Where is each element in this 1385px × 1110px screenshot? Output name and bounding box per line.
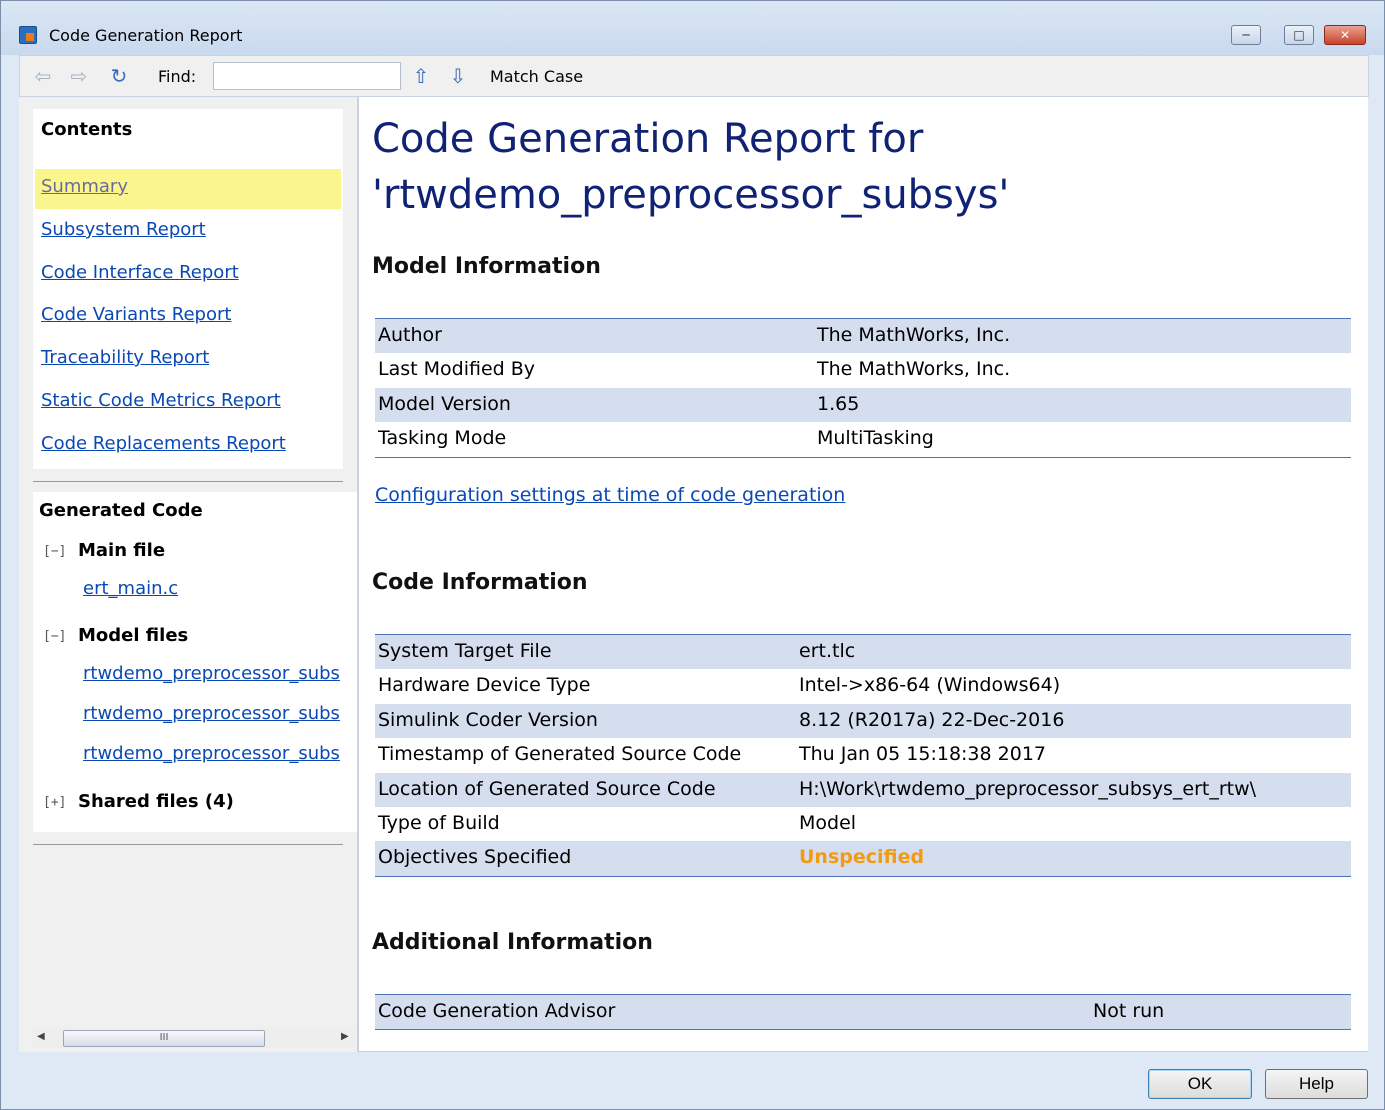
scroll-right-arrow-icon[interactable]: ▶ [341, 1031, 349, 1042]
file-link-model-1[interactable]: rtwdemo_preprocessor_subs [83, 663, 340, 684]
row-label: Timestamp of Generated Source Code [378, 743, 742, 766]
find-label: Find: [158, 67, 197, 86]
objectives-status-value: Unspecified [799, 846, 925, 869]
back-arrow-icon[interactable]: ⇦ [32, 65, 54, 87]
contents-panel: Contents Summary Subsystem Report Code I… [33, 109, 343, 469]
ok-button[interactable]: OK [1148, 1069, 1252, 1099]
horizontal-scrollbar[interactable]: ◀ III ▶ [33, 1028, 356, 1048]
model-information-heading: Model Information [372, 254, 601, 279]
report-title-line-2: 'rtwdemo_preprocessor_subsys' [372, 172, 1010, 218]
row-label: Hardware Device Type [378, 674, 591, 697]
file-link-model-3[interactable]: rtwdemo_preprocessor_subs [83, 743, 340, 764]
row-value: H:\Work\rtwdemo_preprocessor_subsys_ert_… [799, 777, 1257, 800]
table-row: Model Version 1.65 [375, 387, 1351, 423]
code-information-table: System Target File ert.tlc Hardware Devic… [375, 634, 1351, 877]
row-label: Tasking Mode [378, 427, 507, 450]
row-value: Thu Jan 05 15:18:38 2017 [799, 743, 1046, 766]
nav-link-subsystem-report[interactable]: Subsystem Report [41, 219, 206, 240]
report-window: Code Generation Report ─ □ ✕ ⇦ ⇨ ↻ Find:… [0, 0, 1385, 1110]
main-file-collapse-toggle[interactable]: [−] [43, 544, 66, 559]
pane-divider [33, 481, 343, 482]
report-content: Code Generation Report for 'rtwdemo_prep… [357, 97, 1368, 1052]
row-label: Type of Build [378, 811, 500, 834]
model-files-collapse-toggle[interactable]: [−] [43, 629, 66, 644]
table-row: Tasking Mode MultiTasking [375, 422, 1351, 456]
shared-files-expand-toggle[interactable]: [+] [43, 795, 66, 810]
table-row: Simulink Coder Version 8.12 (R2017a) 22-D… [375, 703, 1351, 739]
find-next-down-arrow-icon[interactable]: ⇩ [447, 65, 469, 87]
minimize-button[interactable]: ─ [1231, 25, 1261, 45]
generated-code-heading: Generated Code [39, 500, 203, 521]
row-label: Location of Generated Source Code [378, 777, 716, 800]
refresh-icon[interactable]: ↻ [108, 65, 130, 87]
row-value: The MathWorks, Inc. [817, 324, 1011, 346]
row-value: ert.tlc [799, 640, 856, 662]
nav-link-summary[interactable]: Summary [41, 176, 128, 197]
row-value: Model [799, 811, 857, 834]
close-button[interactable]: ✕ [1324, 25, 1366, 45]
main-file-group: Main file [78, 540, 166, 561]
table-row: Objectives Specified Unspecified [375, 841, 1351, 876]
row-label: System Target File [378, 640, 552, 662]
scrollbar-thumb[interactable]: III [63, 1030, 265, 1047]
row-value: 8.12 (R2017a) 22-Dec-2016 [799, 708, 1065, 731]
row-value: The MathWorks, Inc. [817, 358, 1011, 381]
nav-link-code-replacements-report[interactable]: Code Replacements Report [41, 433, 286, 454]
code-information-heading: Code Information [372, 570, 588, 595]
table-row: Author The MathWorks, Inc. [375, 319, 1351, 354]
nav-link-code-variants-report[interactable]: Code Variants Report [41, 304, 231, 325]
title-bar: Code Generation Report ─ □ ✕ [1, 1, 1384, 55]
row-label: Model Version [378, 392, 511, 415]
maximize-button[interactable]: □ [1284, 25, 1314, 45]
contents-heading: Contents [41, 119, 133, 140]
find-input[interactable] [213, 62, 401, 90]
table-row: System Target File ert.tlc [375, 635, 1351, 670]
row-label: Code Generation Advisor [378, 1000, 616, 1022]
scroll-left-arrow-icon[interactable]: ◀ [37, 1031, 45, 1042]
toolbar: ⇦ ⇨ ↻ Find: ⇧ ⇩ Match Case [19, 55, 1369, 97]
row-value: 1.65 [817, 392, 860, 415]
table-row: Last Modified By The MathWorks, Inc. [375, 353, 1351, 387]
file-link-model-2[interactable]: rtwdemo_preprocessor_subs [83, 703, 340, 724]
table-row: Type of Build Model [375, 807, 1351, 841]
file-link-ert-main[interactable]: ert_main.c [83, 578, 178, 599]
find-previous-up-arrow-icon[interactable]: ⇧ [410, 65, 432, 87]
shared-files-group: Shared files (4) [78, 791, 234, 812]
row-value: Not run [1093, 1000, 1165, 1022]
match-case-toggle[interactable]: Match Case [490, 67, 583, 86]
pane-divider-lower [33, 844, 343, 845]
row-label: Simulink Coder Version [378, 708, 598, 731]
table-row: Location of Generated Source Code H:\Work… [375, 772, 1351, 807]
row-value: Intel->x86-64 (Windows64) [799, 674, 1061, 697]
nav-link-traceability-report[interactable]: Traceability Report [41, 347, 209, 368]
additional-information-heading: Additional Information [372, 930, 653, 955]
additional-information-table: Code Generation Advisor Not run [375, 994, 1351, 1031]
row-label: Last Modified By [378, 358, 536, 381]
nav-link-code-interface-report[interactable]: Code Interface Report [41, 262, 239, 283]
table-row: Timestamp of Generated Source Code Thu Ja… [375, 738, 1351, 772]
report-title: Code Generation Report for 'rtwdemo_prep… [372, 111, 1009, 223]
table-row: Code Generation Advisor Not run [375, 995, 1351, 1030]
app-icon [19, 26, 37, 44]
navigation-pane: Contents Summary Subsystem Report Code I… [19, 97, 357, 1052]
forward-arrow-icon[interactable]: ⇨ [68, 65, 90, 87]
row-value: MultiTasking [817, 427, 934, 450]
nav-link-static-code-metrics-report[interactable]: Static Code Metrics Report [41, 390, 281, 411]
configuration-settings-link[interactable]: Configuration settings at time of code g… [375, 484, 845, 506]
window-title: Code Generation Report [49, 26, 243, 45]
model-information-table: Author The MathWorks, Inc. Last Modified … [375, 318, 1351, 458]
table-row: Hardware Device Type Intel->x86-64 (Windo… [375, 669, 1351, 703]
generated-code-panel: Generated Code [−] Main file ert_main.c … [33, 492, 357, 832]
row-label: Objectives Specified [378, 846, 572, 869]
help-button[interactable]: Help [1265, 1069, 1368, 1099]
row-label: Author [378, 324, 442, 346]
report-title-line-1: Code Generation Report for [372, 116, 924, 162]
model-files-group: Model files [78, 625, 189, 646]
